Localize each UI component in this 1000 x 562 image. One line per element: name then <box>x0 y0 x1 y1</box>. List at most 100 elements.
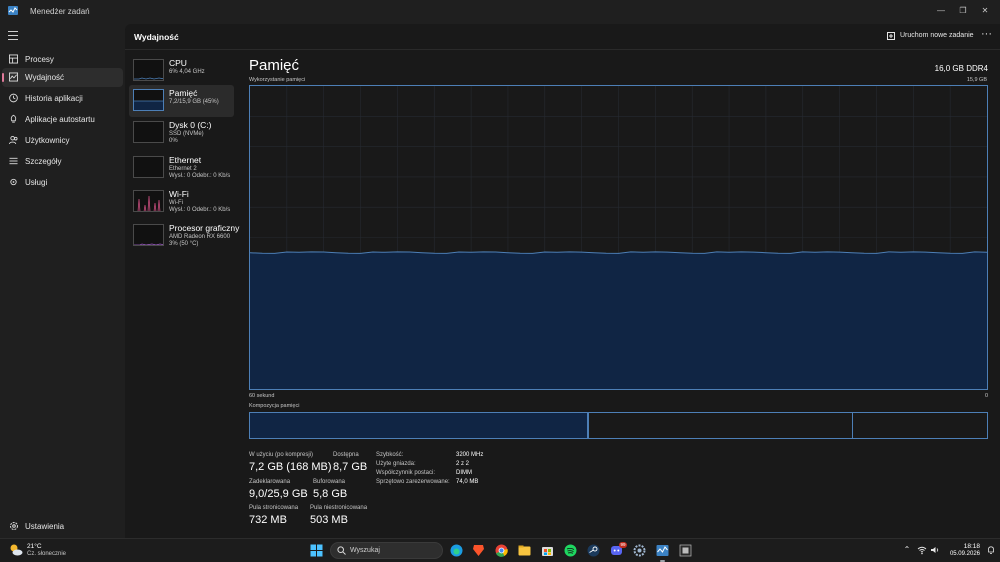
device-name: Dysk 0 (C:) <box>169 120 212 130</box>
device-detail: 6% 4,04 GHz <box>169 69 205 75</box>
gpu-thumbnail <box>133 224 164 246</box>
brave-icon[interactable] <box>472 544 485 557</box>
paged-pool-value: 732 MB <box>249 514 287 526</box>
cpuz-icon[interactable] <box>679 544 692 557</box>
settings-app-icon[interactable] <box>633 544 646 557</box>
device-detail: Wysł.: 0 Odebr.: 0 Kb/s <box>169 173 231 179</box>
device-detail: Wi-Fi <box>169 200 183 206</box>
maximize-button[interactable]: ❐ <box>957 5 969 17</box>
volume-icon[interactable] <box>930 545 940 555</box>
window-title: Menedżer zadań <box>30 7 90 16</box>
ethernet-thumbnail <box>133 156 164 178</box>
device-wifi[interactable]: Wi-Fi Wi-Fi Wysł.: 0 Odebr.: 0 Kb/s <box>129 186 234 218</box>
device-detail: 0% <box>169 138 178 144</box>
chrome-icon[interactable] <box>495 544 508 557</box>
weather-description[interactable]: Cz. słonecznie <box>27 551 66 557</box>
file-explorer-icon[interactable] <box>518 544 531 557</box>
memory-composition-bar <box>249 412 988 439</box>
taskbar-date[interactable]: 05.09.2026 <box>950 551 980 557</box>
spotify-icon[interactable] <box>564 544 577 557</box>
run-task-icon <box>887 32 895 40</box>
usage-graph-max: 15,9 GB <box>966 77 987 83</box>
weather-temperature[interactable]: 21°C <box>27 543 42 550</box>
steam-icon[interactable] <box>587 544 600 557</box>
nav-item-app-history[interactable]: Historia aplikacji <box>2 89 123 108</box>
close-button[interactable]: ✕ <box>979 5 991 17</box>
device-disk[interactable]: Dysk 0 (C:) SSD (NVMe) 0% <box>129 117 234 149</box>
minimize-button[interactable]: — <box>935 5 947 17</box>
windows-start-icon[interactable] <box>310 544 323 557</box>
performance-content: Wydajność Uruchom nowe zadanie ··· CPU 6… <box>125 24 1000 538</box>
device-gpu[interactable]: Procesor graficzny AMD Radeon RX 6600 3%… <box>129 220 239 252</box>
committed-label: Zadeklarowana <box>249 479 291 485</box>
partly-sunny-icon[interactable] <box>9 543 23 557</box>
performance-icon <box>9 72 18 82</box>
spec-value: 2 z 2 <box>456 461 470 467</box>
settings-label: Ustawienia <box>25 522 65 531</box>
device-name: Procesor graficzny <box>169 223 240 233</box>
task-manager-taskbar-icon[interactable] <box>656 544 669 557</box>
device-cpu[interactable]: CPU 6% 4,04 GHz <box>129 55 234 87</box>
nav-item-label: Użytkownicy <box>25 136 70 145</box>
store-icon[interactable] <box>541 544 554 557</box>
run-new-task-label: Uruchom nowe zadanie <box>900 32 974 39</box>
device-name: CPU <box>169 58 187 68</box>
notification-badge: 99 <box>619 542 627 548</box>
taskbar-search[interactable]: Wyszukaj <box>330 542 443 559</box>
notification-bell-icon[interactable] <box>986 545 996 555</box>
edge-icon[interactable] <box>450 544 463 557</box>
nav-item-label: Usługi <box>25 178 48 187</box>
composition-divider <box>588 413 589 438</box>
memory-usage-graph <box>249 85 988 390</box>
cached-value: 5,8 GB <box>313 488 348 500</box>
device-detail: Wysł.: 0 Odebr.: 0 Kb/s <box>169 207 231 213</box>
paged-pool-label: Pula stronicowana <box>249 505 299 511</box>
device-detail: Ethernet 2 <box>169 166 197 172</box>
nav-item-startup-apps[interactable]: Aplikacje autostartu <box>2 110 123 129</box>
spec-value: DIMM <box>456 470 472 476</box>
nonpaged-pool-value: 503 MB <box>310 514 348 526</box>
nav-item-label: Historia aplikacji <box>25 94 83 103</box>
more-options-button[interactable]: ··· <box>981 28 992 40</box>
device-name: Ethernet <box>169 155 202 165</box>
startup-icon <box>10 114 17 123</box>
spec-value: 74,0 MB <box>456 479 479 485</box>
composition-in-use <box>250 413 588 438</box>
nav-item-users[interactable]: Użytkownicy <box>2 131 123 150</box>
header-divider <box>125 49 1000 50</box>
device-memory[interactable]: Pamięć 7,2/15,9 GB (45%) <box>129 85 234 117</box>
nav-item-label: Szczegóły <box>25 157 62 166</box>
services-icon <box>10 178 17 186</box>
device-ethernet[interactable]: Ethernet Ethernet 2 Wysł.: 0 Odebr.: 0 K… <box>129 152 234 184</box>
gear-icon <box>10 522 18 530</box>
nav-item-performance[interactable]: Wydajność <box>2 68 123 87</box>
nav-item-processes[interactable]: Procesy <box>2 50 123 69</box>
usage-graph-label: Wykorzystanie pamięci <box>249 77 306 83</box>
in-use-value: 7,2 GB (168 MB) <box>249 461 332 473</box>
nav-item-services[interactable]: Usługi <box>2 173 123 192</box>
nav-item-details[interactable]: Szczegóły <box>2 152 123 171</box>
device-name: Wi-Fi <box>169 189 189 199</box>
spec-key: Użyte gniazda: <box>376 461 416 467</box>
nav-item-settings[interactable]: Ustawienia <box>2 518 123 534</box>
memory-thumbnail <box>133 89 164 111</box>
composition-label: Kompozycja pamięci <box>249 403 300 409</box>
in-use-label: W użyciu (po kompresji) <box>249 452 314 458</box>
nonpaged-pool-label: Pula niestronicowana <box>310 505 368 511</box>
nav-item-label: Procesy <box>25 55 54 64</box>
chevron-up-icon[interactable]: ⌃ <box>902 545 912 555</box>
hamburger-menu-icon[interactable] <box>8 31 18 40</box>
title-bar: Menedżer zadań — ❐ ✕ <box>0 0 1000 24</box>
spec-key: Współczynnik postaci: <box>376 470 436 476</box>
search-placeholder: Wyszukaj <box>350 547 380 554</box>
nav-item-label: Aplikacje autostartu <box>25 115 95 124</box>
cached-label: Buforowana <box>313 479 346 485</box>
cpu-thumbnail <box>133 59 164 81</box>
composition-divider <box>852 413 853 438</box>
navigation-pane: Procesy Wydajność Historia aplikacji Apl… <box>0 24 125 538</box>
wifi-icon[interactable] <box>917 545 927 555</box>
memory-total: 16,0 GB DDR4 <box>934 64 988 73</box>
graph-axis-right: 0 <box>984 393 988 399</box>
taskbar-time[interactable]: 18:18 <box>964 543 980 550</box>
committed-value: 9,0/25,9 GB <box>249 488 308 500</box>
